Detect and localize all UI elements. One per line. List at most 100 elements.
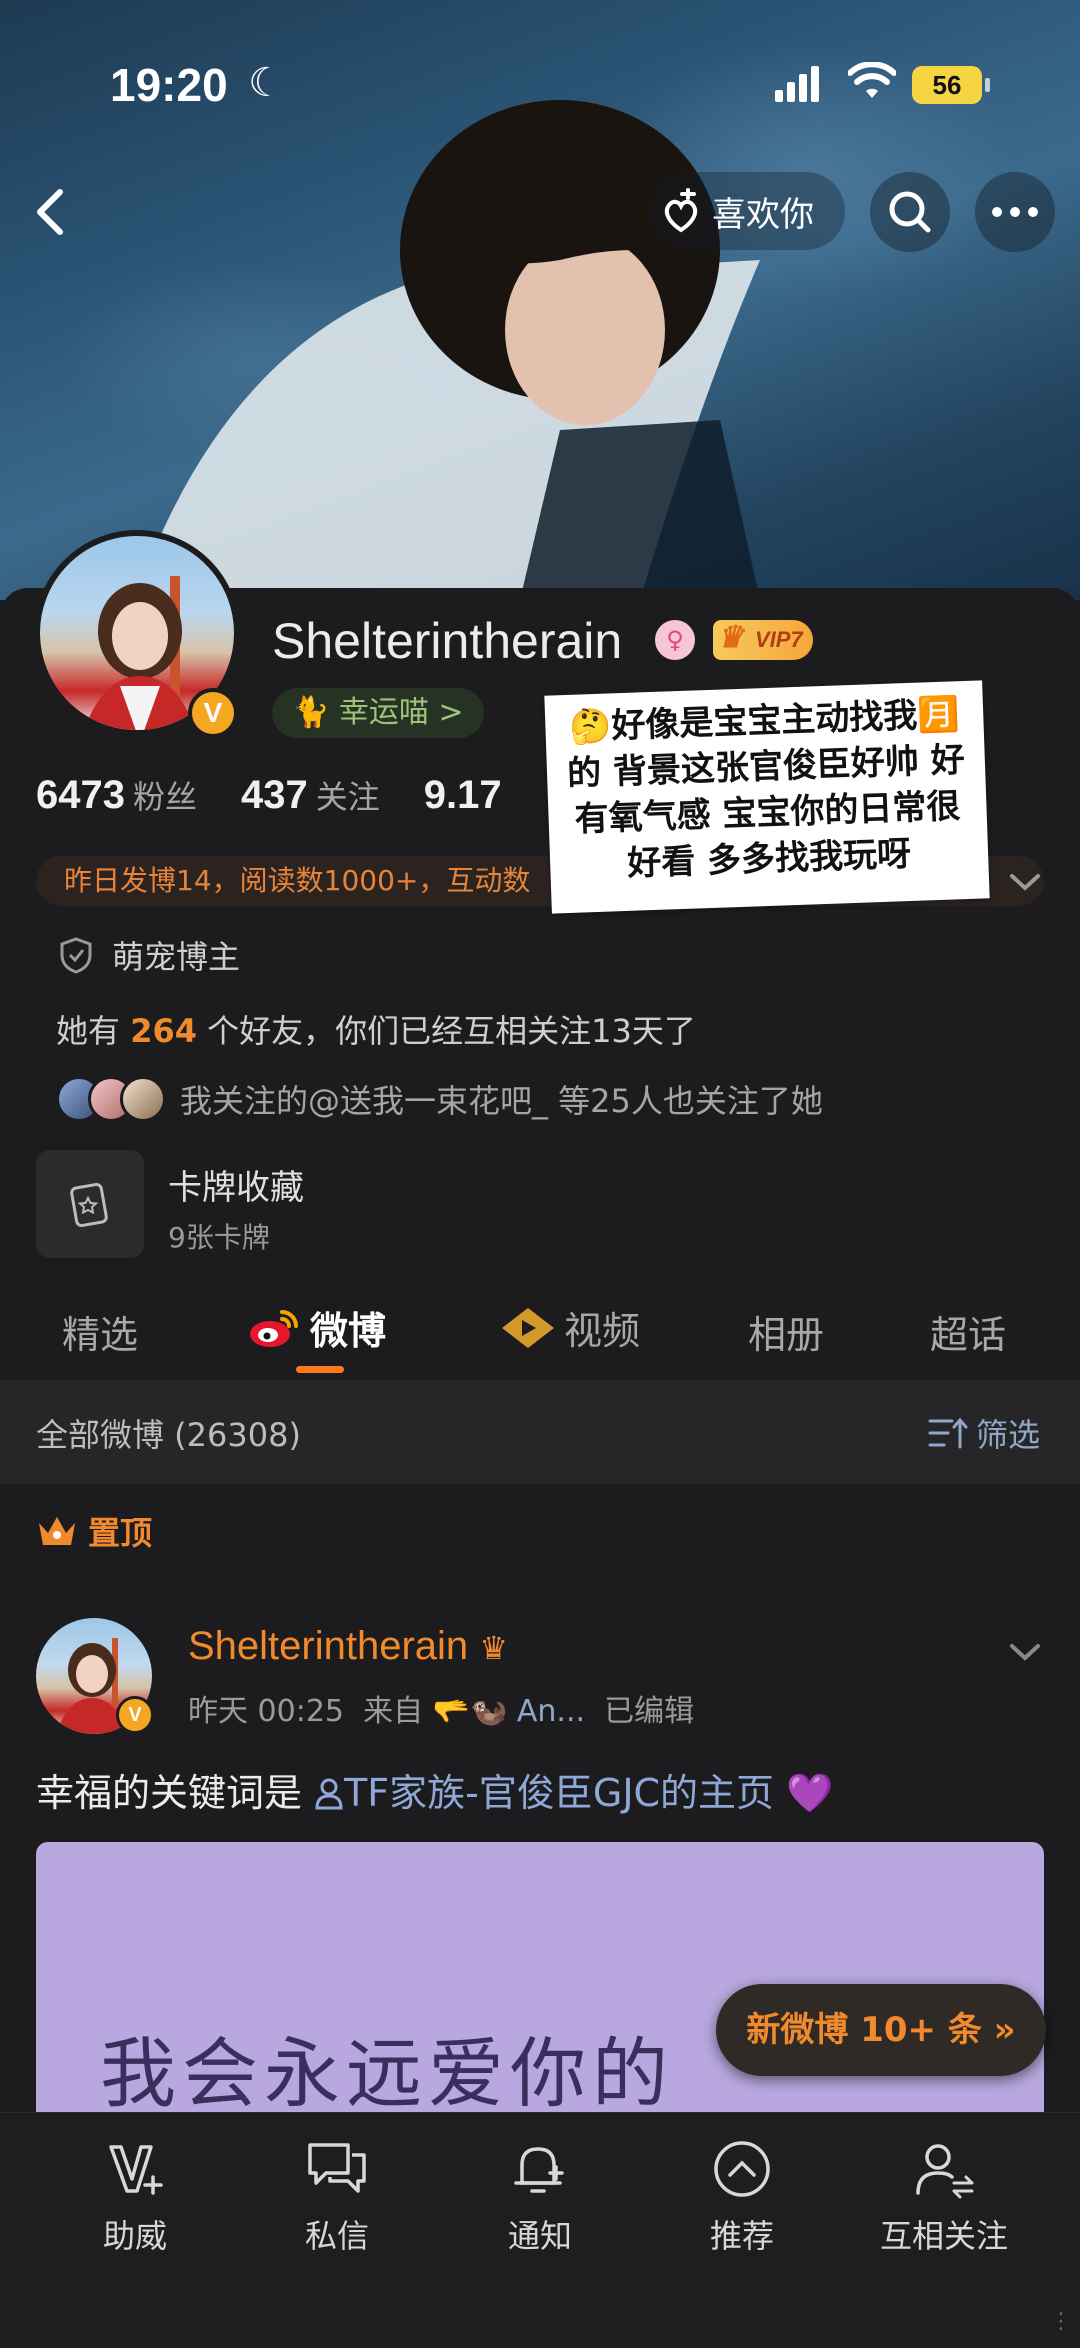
- more-icon: [992, 207, 1038, 217]
- like-you-label: 喜欢你: [712, 194, 814, 235]
- recommend-arrow-icon: [714, 2141, 770, 2197]
- tab-supertopic[interactable]: 超话: [930, 1304, 1006, 1359]
- back-button[interactable]: [22, 182, 82, 242]
- status-time: 19:20: [110, 59, 228, 111]
- new-posts-button[interactable]: 新微博 10+ 条 »: [716, 1984, 1046, 2076]
- more-button[interactable]: [975, 172, 1055, 252]
- card-collection-icon-box[interactable]: [36, 1150, 144, 1258]
- filter-label: 筛选: [975, 1416, 1040, 1454]
- filter-button[interactable]: 筛选: [928, 1410, 1040, 1456]
- profile-stats: 6473 粉丝 437 关注 9.17: [36, 772, 502, 818]
- chevron-down-icon[interactable]: [1008, 866, 1042, 896]
- wifi-icon: [848, 62, 896, 98]
- weibo-logo-icon: [250, 1309, 298, 1347]
- tab-featured[interactable]: 精选: [62, 1304, 138, 1359]
- cat-icon: 🐈: [292, 695, 339, 730]
- moon-icon: ☾: [248, 60, 284, 106]
- filter-icon: [928, 1417, 968, 1449]
- tab-weibo[interactable]: 微博: [248, 1300, 386, 1355]
- friends-row[interactable]: 她有 264 个好友，你们已经互相关注13天了: [56, 1006, 696, 1052]
- pinned-label: 置顶: [88, 1514, 153, 1552]
- post-image-caption: 我会永远爱你的: [100, 2029, 674, 2112]
- card-collection-title[interactable]: 卡牌收藏: [168, 1160, 304, 1209]
- cheer-v-plus-icon: [109, 2145, 163, 2195]
- bottom-toolbar: 助威 私信 通知 推荐 互相关注 ⋮: [0, 2112, 1080, 2348]
- battery-indicator: 56: [912, 66, 990, 104]
- fans-count[interactable]: 6473: [36, 773, 125, 817]
- gender-icon: ♀: [655, 620, 695, 660]
- messages-label: 私信: [304, 2217, 369, 2255]
- post-text: 幸福的关键词是 TF家族-官俊臣GJC的主页 💜: [36, 1762, 833, 1817]
- video-badge-icon: [502, 1307, 554, 1348]
- profile-tabs: 精选 微博 视频 相册 超话: [0, 1290, 1080, 1380]
- following-count[interactable]: 437: [241, 773, 308, 817]
- messages-button[interactable]: 私信: [257, 2139, 417, 2257]
- recommend-label: 推荐: [709, 2217, 774, 2255]
- vip-badge[interactable]: ♛ VIP7: [713, 620, 813, 660]
- post-profile-link[interactable]: TF家族-官俊臣GJC的主页: [314, 1771, 786, 1815]
- post-author-name: Shelterintherain: [188, 1624, 469, 1668]
- crown-icon: [39, 1517, 75, 1545]
- vip-label: VIP7: [755, 627, 803, 652]
- tab-featured-label: 精选: [62, 1313, 139, 1357]
- post-edited[interactable]: 已编辑: [604, 1694, 694, 1729]
- post-source[interactable]: 🫳🦦 An...: [433, 1694, 585, 1729]
- chat-bubbles-icon: [308, 2143, 366, 2193]
- person-icon: [315, 1778, 343, 1810]
- card-collection-count: 9张卡牌: [168, 1221, 270, 1254]
- lucky-cat-label: 幸运喵 >: [338, 695, 464, 730]
- category-row[interactable]: 萌宠博主: [56, 932, 240, 978]
- mutual-follow-button[interactable]: 互相关注: [864, 2139, 1024, 2257]
- friends-suffix: 个好友，你们已经互相关注13天了: [207, 1012, 696, 1050]
- tab-album-label: 相册: [748, 1313, 825, 1357]
- post-author[interactable]: Shelterintherain ♛: [188, 1624, 508, 1669]
- all-posts-count[interactable]: 全部微博 (26308): [36, 1410, 301, 1456]
- lucky-cat-tag[interactable]: 🐈 幸运喵 >: [272, 688, 484, 738]
- category-label: 萌宠博主: [112, 938, 241, 976]
- notifications-label: 通知: [507, 2217, 572, 2255]
- tab-video[interactable]: 视频: [500, 1300, 640, 1355]
- post-verified-badge: V: [116, 1696, 154, 1734]
- purple-heart-emoji: 💜: [786, 1771, 834, 1815]
- post-meta: 昨天 00:25 来自 🫳🦦 An... 已编辑: [188, 1686, 694, 1730]
- crown-icon: ♛: [479, 1630, 508, 1666]
- sticker-overlay: 🤔好像是宝宝主动找我🈷️的 背景这张官俊臣好帅 好有氧气感 宝宝你的日常很好看 …: [544, 680, 990, 914]
- mutual-follow-label: 互相关注: [879, 2217, 1008, 2255]
- corner-indicator-icon: ⋮: [1050, 2309, 1072, 2334]
- heart-hand-icon: [664, 188, 698, 233]
- third-stat-count[interactable]: 9.17: [424, 773, 502, 817]
- chevron-left-icon: [37, 189, 63, 235]
- active-tab-indicator: [296, 1366, 344, 1373]
- search-icon: [889, 191, 931, 233]
- cheer-button[interactable]: 助威: [55, 2139, 215, 2257]
- tab-weibo-label: 微博: [310, 1309, 387, 1353]
- bell-plus-icon: [514, 2147, 564, 2193]
- crown-icon: ♛: [717, 621, 744, 654]
- post-menu-chevron-icon[interactable]: [1008, 1636, 1042, 1666]
- cheer-label: 助威: [102, 2217, 167, 2255]
- signal-icon: [775, 66, 823, 102]
- mutual-follow-row[interactable]: 我关注的@送我一束花吧_ 等25人也关注了她: [56, 1076, 823, 1122]
- friends-prefix: 她有: [56, 1012, 121, 1050]
- recommend-button[interactable]: 推荐: [662, 2139, 822, 2257]
- card-icon: [70, 1182, 108, 1228]
- mutual-follow-text: 我关注的@送我一束花吧_ 等25人也关注了她: [180, 1082, 823, 1120]
- cover-image[interactable]: 19:20 ☾ 56 喜欢你: [0, 0, 1080, 600]
- notifications-button[interactable]: 通知: [460, 2139, 620, 2257]
- post-time: 昨天 00:25: [188, 1694, 344, 1729]
- post-text-prefix: 幸福的关键词是: [36, 1771, 315, 1815]
- like-you-button[interactable]: 喜欢你: [650, 172, 845, 250]
- profile-username: Shelterintherain: [272, 613, 623, 669]
- post-source-prefix: 来自: [363, 1694, 424, 1729]
- tab-album[interactable]: 相册: [748, 1304, 824, 1359]
- tab-supertopic-label: 超话: [930, 1313, 1007, 1357]
- fans-label[interactable]: 粉丝: [133, 778, 197, 816]
- feed-header: 全部微博 (26308) 筛选: [0, 1380, 1080, 1484]
- following-label[interactable]: 关注: [316, 778, 380, 816]
- friends-count: 264: [130, 1012, 197, 1050]
- mutual-follow-icon: [916, 2144, 974, 2199]
- status-bar: 19:20 ☾ 56: [0, 58, 1080, 118]
- verified-badge: V: [188, 688, 238, 738]
- shield-icon: [60, 937, 92, 974]
- search-button[interactable]: [870, 172, 950, 252]
